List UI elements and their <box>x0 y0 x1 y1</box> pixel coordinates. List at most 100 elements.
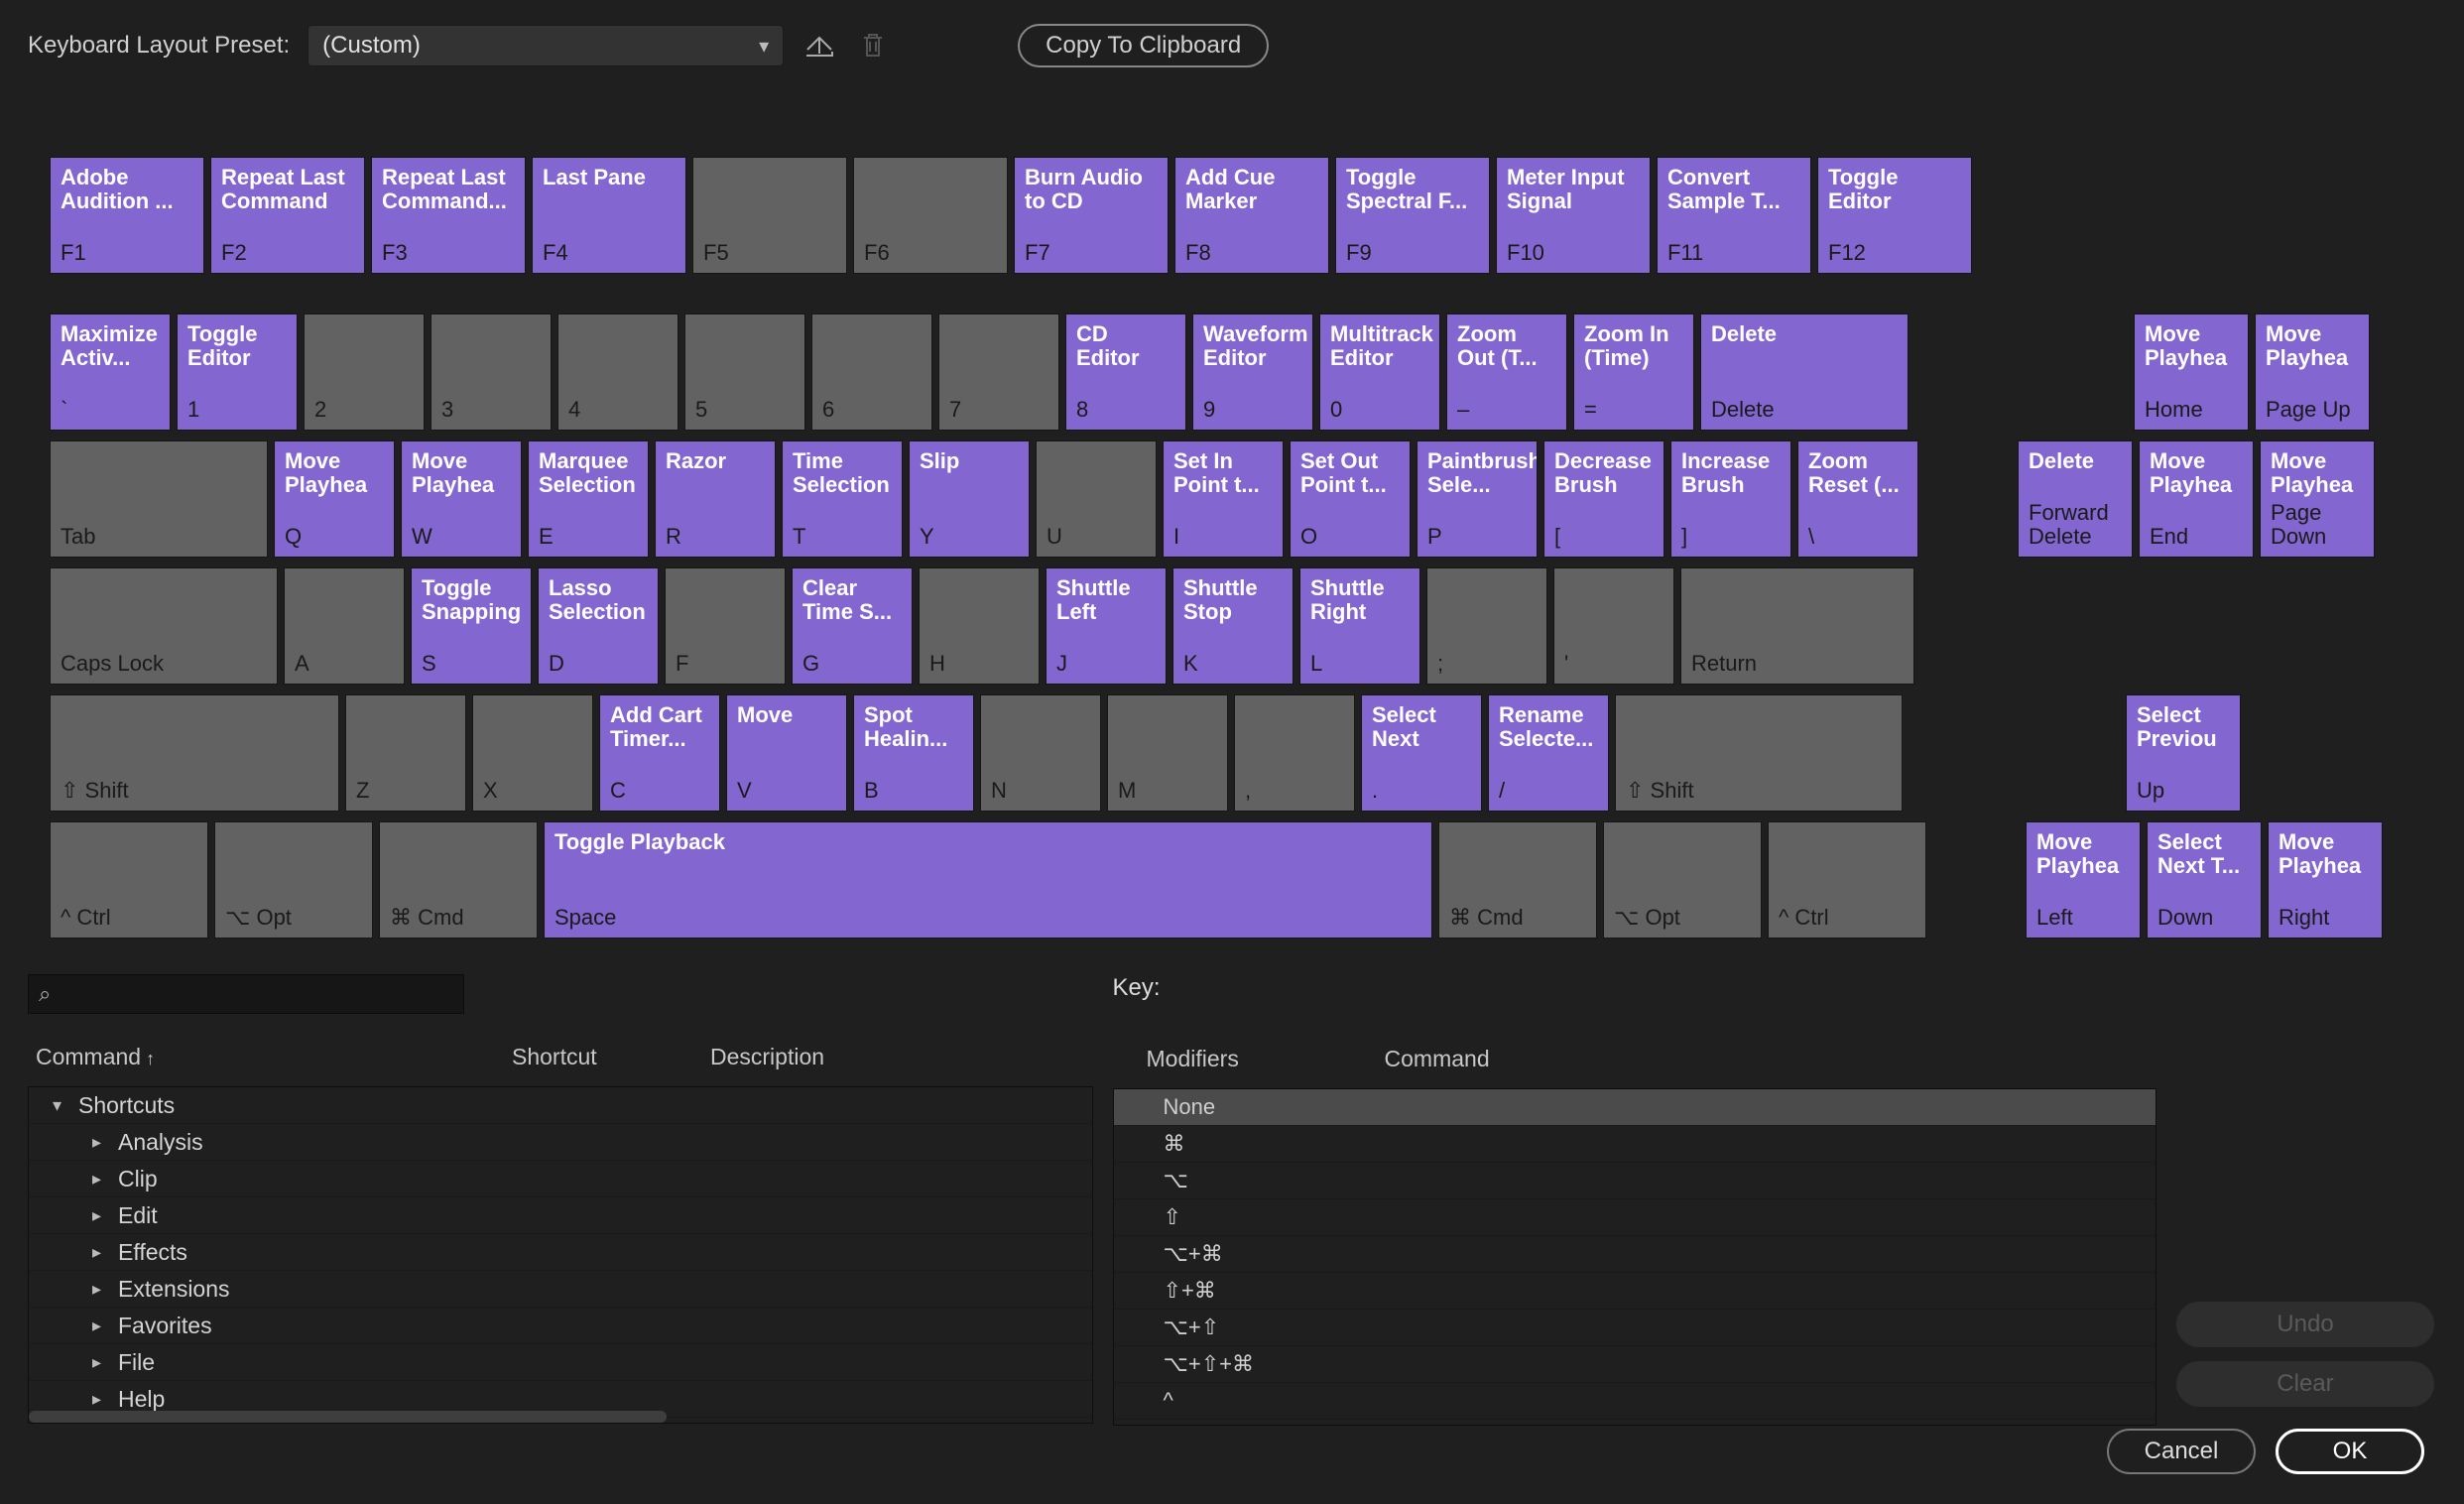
key-7[interactable]: 7 <box>938 313 1059 431</box>
key-f6[interactable]: F6 <box>853 157 1008 274</box>
key-caps-lock[interactable]: Caps Lock <box>50 567 278 685</box>
key-r[interactable]: RazorR <box>655 440 776 558</box>
key-up[interactable]: Select PreviouUp <box>2126 694 2241 812</box>
search-input[interactable]: ⌕ <box>28 974 464 1014</box>
key-page-down[interactable]: Move PlayheaPage Down <box>2260 440 2375 558</box>
key--[interactable]: , <box>1234 694 1355 812</box>
key-m[interactable]: M <box>1107 694 1228 812</box>
commands-tree[interactable]: ▾ Shortcuts▸ Analysis▸ Clip▸ Edit▸ Effec… <box>28 1086 1093 1424</box>
key-p[interactable]: Paintbrush Sele...P <box>1417 440 1538 558</box>
key-j[interactable]: Shuttle LeftJ <box>1046 567 1167 685</box>
key-4[interactable]: 4 <box>557 313 678 431</box>
chevron-right-icon[interactable]: ▸ <box>92 1279 118 1300</box>
key-down[interactable]: Select Next T...Down <box>2147 821 2262 939</box>
chevron-right-icon[interactable]: ▸ <box>92 1242 118 1263</box>
key--ctrl[interactable]: ^ Ctrl <box>50 821 208 939</box>
modifier-row[interactable]: ⌥ <box>1114 1163 2156 1199</box>
key--opt[interactable]: ⌥ Opt <box>214 821 373 939</box>
key--cmd[interactable]: ⌘ Cmd <box>1438 821 1597 939</box>
key--[interactable]: Maximize Activ...` <box>50 313 171 431</box>
key--opt[interactable]: ⌥ Opt <box>1603 821 1762 939</box>
key-f4[interactable]: Last PaneF4 <box>532 157 686 274</box>
key-a[interactable]: A <box>284 567 405 685</box>
preset-dropdown[interactable]: (Custom) ▾ <box>308 25 784 66</box>
key-f[interactable]: F <box>665 567 786 685</box>
delete-preset-icon[interactable] <box>855 28 891 63</box>
key-f3[interactable]: Repeat Last Command...F3 <box>371 157 526 274</box>
key-left[interactable]: Move PlayheaLeft <box>2026 821 2141 939</box>
key-v[interactable]: MoveV <box>726 694 847 812</box>
ok-button[interactable]: OK <box>2276 1429 2424 1474</box>
key-o[interactable]: Set Out Point t...O <box>1290 440 1411 558</box>
key-0[interactable]: Multitrack Editor0 <box>1319 313 1440 431</box>
modifier-row[interactable]: ⌘ <box>1114 1126 2156 1163</box>
cancel-button[interactable]: Cancel <box>2107 1429 2256 1474</box>
key-home[interactable]: Move PlayheaHome <box>2134 313 2249 431</box>
key-u[interactable]: U <box>1036 440 1157 558</box>
key-w[interactable]: Move PlayheaW <box>401 440 522 558</box>
undo-button[interactable]: Undo <box>2176 1302 2434 1347</box>
chevron-right-icon[interactable]: ▸ <box>92 1132 118 1153</box>
key-t[interactable]: Time SelectionT <box>782 440 903 558</box>
key-forward-delete[interactable]: DeleteForward Delete <box>2018 440 2133 558</box>
copy-to-clipboard-button[interactable]: Copy To Clipboard <box>1018 24 1269 67</box>
modifier-row[interactable]: ⌥+⌘ <box>1114 1236 2156 1273</box>
key-b[interactable]: Spot Healin...B <box>853 694 974 812</box>
col-command[interactable]: Command <box>36 1044 512 1070</box>
key-page-up[interactable]: Move PlayheaPage Up <box>2255 313 2370 431</box>
key-end[interactable]: Move PlayheaEnd <box>2139 440 2254 558</box>
key-1[interactable]: Toggle Editor1 <box>177 313 298 431</box>
modifier-row[interactable]: ⌥+⇧ <box>1114 1310 2156 1346</box>
clear-button[interactable]: Clear <box>2176 1361 2434 1407</box>
tree-row-file[interactable]: ▸ File <box>29 1344 1092 1381</box>
modifier-row[interactable]: ^+⌘ <box>1114 1420 2156 1426</box>
col-shortcut[interactable]: Shortcut <box>512 1044 710 1070</box>
col-command2[interactable]: Command <box>1385 1046 2156 1072</box>
key--shift[interactable]: ⇧ Shift <box>50 694 339 812</box>
key-space[interactable]: Toggle PlaybackSpace <box>544 821 1432 939</box>
key--[interactable]: Increase Brush] <box>1670 440 1791 558</box>
key--ctrl[interactable]: ^ Ctrl <box>1768 821 1926 939</box>
tree-row-effects[interactable]: ▸ Effects <box>29 1234 1092 1271</box>
col-modifiers[interactable]: Modifiers <box>1147 1046 1385 1072</box>
chevron-right-icon[interactable]: ▸ <box>92 1169 118 1190</box>
key-s[interactable]: Toggle SnappingS <box>411 567 532 685</box>
key-l[interactable]: Shuttle RightL <box>1299 567 1420 685</box>
key-right[interactable]: Move PlayheaRight <box>2268 821 2383 939</box>
key-5[interactable]: 5 <box>684 313 805 431</box>
key--shift[interactable]: ⇧ Shift <box>1615 694 1903 812</box>
modifier-row[interactable]: ⇧ <box>1114 1199 2156 1236</box>
key-f9[interactable]: Toggle Spectral F...F9 <box>1335 157 1490 274</box>
key-f10[interactable]: Meter Input SignalF10 <box>1496 157 1651 274</box>
tree-row-edit[interactable]: ▸ Edit <box>29 1197 1092 1234</box>
tree-row-shortcuts[interactable]: ▾ Shortcuts <box>29 1087 1092 1124</box>
key-f5[interactable]: F5 <box>692 157 847 274</box>
key-e[interactable]: Marquee SelectionE <box>528 440 649 558</box>
key--[interactable]: Select Next. <box>1361 694 1482 812</box>
key-return[interactable]: Return <box>1680 567 1914 685</box>
key-f7[interactable]: Burn Audio to CDF7 <box>1014 157 1169 274</box>
key--[interactable]: Rename Selecte.../ <box>1488 694 1609 812</box>
key-f12[interactable]: Toggle EditorF12 <box>1817 157 1972 274</box>
key-delete[interactable]: DeleteDelete <box>1700 313 1909 431</box>
key--[interactable]: ' <box>1553 567 1674 685</box>
key-z[interactable]: Z <box>345 694 466 812</box>
chevron-right-icon[interactable]: ▸ <box>92 1352 118 1373</box>
key-f11[interactable]: Convert Sample T...F11 <box>1657 157 1811 274</box>
modifier-row[interactable]: ⇧+⌘ <box>1114 1273 2156 1310</box>
tree-row-extensions[interactable]: ▸ Extensions <box>29 1271 1092 1308</box>
modifiers-list[interactable]: None⌘⌥⇧⌥+⌘⇧+⌘⌥+⇧⌥+⇧+⌘^^+⌘ <box>1113 1088 2156 1426</box>
key-y[interactable]: SlipY <box>909 440 1030 558</box>
key-f2[interactable]: Repeat Last CommandF2 <box>210 157 365 274</box>
key-f1[interactable]: Adobe Audition ...F1 <box>50 157 204 274</box>
key--[interactable]: Decrease Brush[ <box>1543 440 1664 558</box>
tree-row-analysis[interactable]: ▸ Analysis <box>29 1124 1092 1161</box>
key-8[interactable]: CD Editor8 <box>1065 313 1186 431</box>
key-d[interactable]: Lasso SelectionD <box>538 567 659 685</box>
key-3[interactable]: 3 <box>431 313 552 431</box>
modifier-row[interactable]: ^ <box>1114 1383 2156 1420</box>
chevron-right-icon[interactable]: ▸ <box>92 1316 118 1336</box>
key--[interactable]: Zoom Out (T...– <box>1446 313 1567 431</box>
chevron-right-icon[interactable]: ▸ <box>92 1205 118 1226</box>
modifier-row[interactable]: None <box>1114 1089 2156 1126</box>
